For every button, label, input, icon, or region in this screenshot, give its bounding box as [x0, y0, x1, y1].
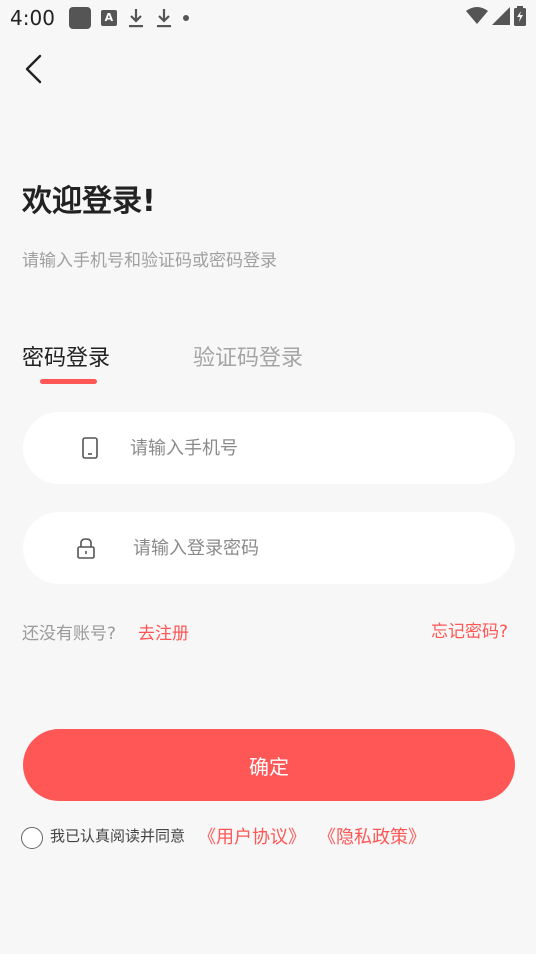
- password-field-container: [23, 512, 515, 584]
- phone-icon: [82, 437, 98, 459]
- font-a-icon: A: [100, 10, 117, 26]
- forgot-password-link[interactable]: 忘记密码?: [431, 617, 508, 642]
- signal-icon: [492, 7, 510, 25]
- status-bar: 4:00 A: [0, 0, 536, 36]
- battery-icon: [514, 6, 526, 26]
- confirm-button-label: 确定: [249, 754, 289, 779]
- tab-password-login[interactable]: 密码登录: [22, 340, 110, 372]
- page-title: 欢迎登录!: [22, 184, 156, 219]
- agreement-checkbox[interactable]: [21, 827, 43, 849]
- download-icon: [128, 9, 143, 28]
- phone-field-container: [23, 412, 515, 484]
- active-tab-indicator: [40, 379, 97, 384]
- chevron-left-icon[interactable]: [18, 52, 50, 86]
- register-prompt: 还没有账号?: [22, 624, 117, 644]
- privacy-policy-link[interactable]: 《隐私政策》: [318, 823, 426, 849]
- status-icons-right: [466, 6, 526, 26]
- register-link[interactable]: 去注册: [138, 619, 189, 644]
- confirm-button[interactable]: 确定: [23, 729, 515, 801]
- app-square-icon: [68, 7, 91, 29]
- tab-code-login[interactable]: 验证码登录: [193, 340, 303, 372]
- download-icon: [156, 9, 171, 28]
- agreement-text: 我已认真阅读并同意: [50, 827, 186, 845]
- wifi-icon: [466, 7, 488, 24]
- phone-input[interactable]: [130, 412, 470, 484]
- status-time: 4:00: [10, 6, 55, 30]
- page-subtitle: 请输入手机号和验证码或密码登录: [22, 251, 277, 271]
- password-input[interactable]: [133, 512, 473, 584]
- notification-dot-icon: [182, 15, 189, 21]
- user-agreement-link[interactable]: 《用户协议》: [198, 823, 306, 849]
- lock-icon: [77, 538, 95, 559]
